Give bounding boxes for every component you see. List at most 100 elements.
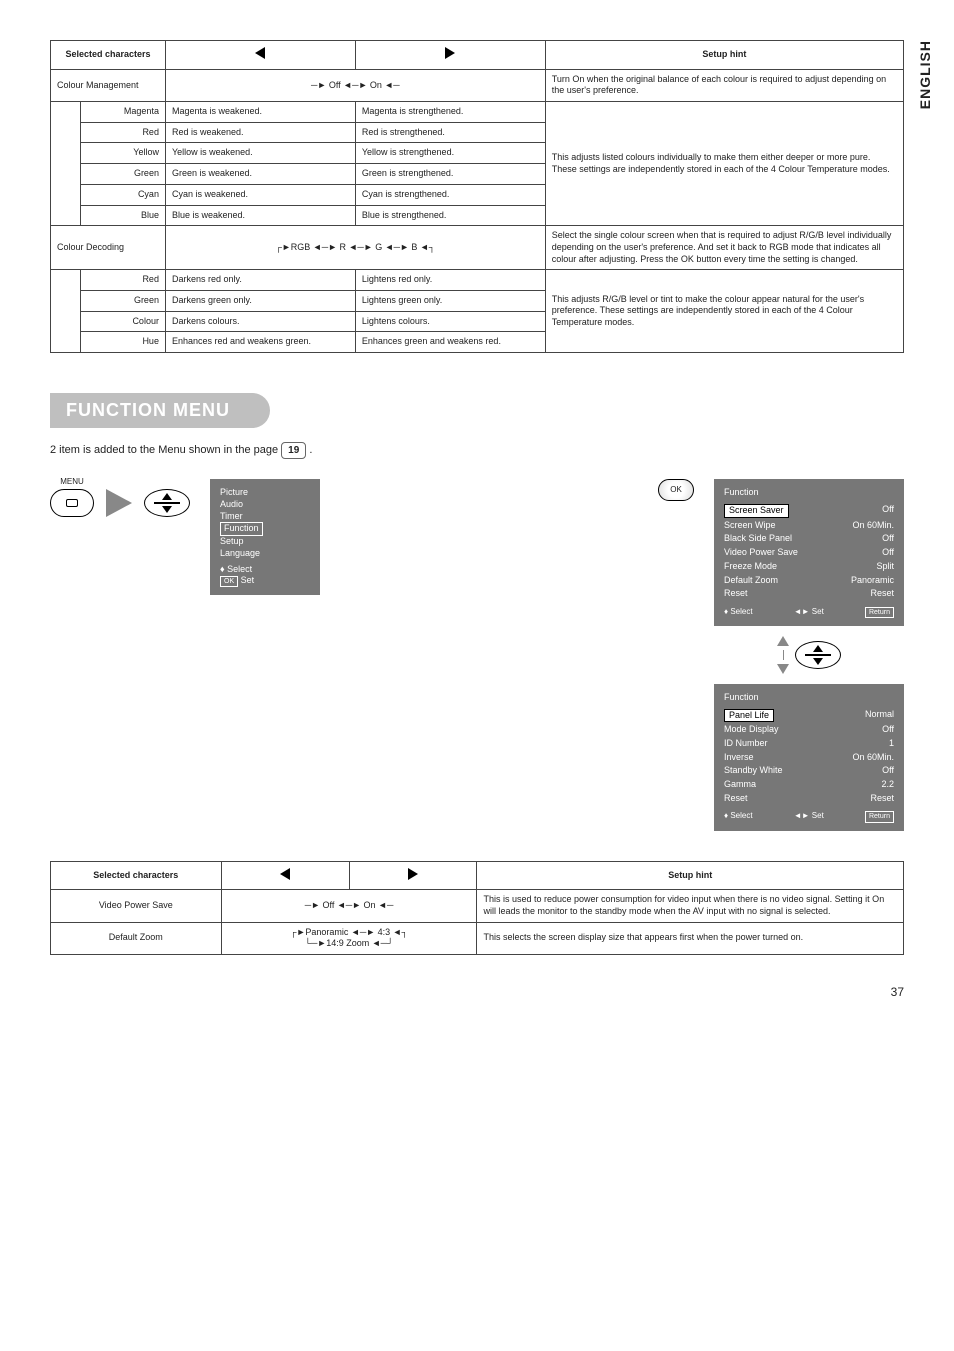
cell-dec-red-right: Lightens red only. — [355, 270, 545, 291]
vertical-arrows-icon — [777, 636, 789, 674]
menu-item: Timer — [220, 511, 310, 523]
osd-row: Gamma — [724, 779, 756, 791]
header-right-arrow — [355, 41, 545, 70]
cell-dec-red-left: Darkens red only. — [165, 270, 355, 291]
nav-pad-icon — [144, 489, 190, 517]
cell-cyan-right: Cyan is strengthened. — [355, 184, 545, 205]
osd-row: Screen Wipe — [724, 520, 776, 532]
cell-cyan-left: Cyan is weakened. — [165, 184, 355, 205]
osd-val: Panoramic — [851, 575, 894, 587]
osd-val: Split — [876, 561, 894, 573]
spacer — [51, 270, 81, 353]
cell-green-left: Green is weakened. — [165, 164, 355, 185]
cell-magenta-left: Magenta is weakened. — [165, 102, 355, 123]
row-colour-management: Colour Management — [51, 69, 166, 101]
cell-yellow-left: Yellow is weakened. — [165, 143, 355, 164]
arrow-icon — [106, 489, 132, 517]
menu-button-label: MENU — [60, 477, 84, 487]
diagram-row: MENU Picture Audio Timer Function Setup … — [50, 479, 904, 830]
osd-val: On 60Min. — [852, 752, 894, 764]
header-setup-hint-2: Setup hint — [477, 861, 904, 890]
osd-panel-2: Function Panel LifeNormal Mode DisplayOf… — [714, 684, 904, 831]
function-settings-table: Selected characters Setup hint Video Pow… — [50, 861, 904, 955]
osd-val: Off — [882, 504, 894, 518]
row-dec-red: Red — [81, 270, 166, 291]
row-default-zoom: Default Zoom — [51, 922, 222, 954]
osd-row: Mode Display — [724, 724, 779, 736]
row-blue: Blue — [81, 205, 166, 226]
osd-row: Reset — [724, 793, 748, 805]
header-left-arrow — [165, 41, 355, 70]
osd-title: Function — [724, 487, 894, 499]
osd-val: On 60Min. — [852, 520, 894, 532]
foot-ok: OK — [220, 576, 238, 587]
osd-val: Off — [882, 533, 894, 545]
page-ref-box: 19 — [281, 442, 306, 459]
osd-foot: Return — [869, 813, 890, 820]
osd-val: Reset — [870, 793, 894, 805]
cycle-colour-management: ─► Off ◄─► On ◄─ — [165, 69, 545, 101]
osd-val: Off — [882, 547, 894, 559]
menu-item: Language — [220, 548, 310, 560]
row-magenta: Magenta — [81, 102, 166, 123]
hint-video-power-save: This is used to reduce power consumption… — [477, 890, 904, 922]
colour-settings-table: Selected characters Setup hint Colour Ma… — [50, 40, 904, 353]
osd-row: Reset — [724, 588, 748, 600]
osd-foot: Select — [730, 811, 752, 820]
row-yellow: Yellow — [81, 143, 166, 164]
osd-val: 1 — [889, 738, 894, 750]
osd-row: Inverse — [724, 752, 754, 764]
hint-default-zoom: This selects the screen display size tha… — [477, 922, 904, 954]
hint-dec-group: This adjusts R/G/B level or tint to make… — [545, 270, 903, 353]
cell-dec-colour-left: Darkens colours. — [165, 311, 355, 332]
osd-title: Function — [724, 692, 894, 704]
ok-button-icon: OK — [658, 479, 694, 501]
note-text: 2 item is added to the Menu shown in the… — [50, 442, 904, 459]
osd-val: Off — [882, 765, 894, 777]
menu-item: Setup — [220, 536, 310, 548]
menu-item: Picture — [220, 487, 310, 499]
hint-colour-decoding: Select the single colour screen when tha… — [545, 226, 903, 270]
cycle-colour-decoding: ┌►RGB ◄─► R ◄─► G ◄─► B ◄┐ — [165, 226, 545, 270]
row-cyan: Cyan — [81, 184, 166, 205]
cell-yellow-right: Yellow is strengthened. — [355, 143, 545, 164]
header-selected-characters: Selected characters — [51, 41, 166, 70]
osd-row: Freeze Mode — [724, 561, 777, 573]
row-red: Red — [81, 122, 166, 143]
osd-foot: Select — [730, 607, 752, 616]
row-colour-decoding: Colour Decoding — [51, 226, 166, 270]
osd-row: Standby White — [724, 765, 783, 777]
cell-red-right: Red is strengthened. — [355, 122, 545, 143]
row-dec-hue: Hue — [81, 332, 166, 353]
foot-set: Set — [241, 575, 255, 585]
osd-val: 2.2 — [881, 779, 894, 791]
cell-green-right: Green is strengthened. — [355, 164, 545, 185]
osd-foot: Return — [869, 609, 890, 616]
menu-button-icon — [50, 489, 94, 517]
hint-colour-management: Turn On when the original balance of eac… — [545, 69, 903, 101]
osd-row: Video Power Save — [724, 547, 798, 559]
osd-row: ID Number — [724, 738, 768, 750]
cell-dec-colour-right: Lightens colours. — [355, 311, 545, 332]
cell-dec-hue-left: Enhances red and weakens green. — [165, 332, 355, 353]
osd-foot: Set — [812, 811, 824, 820]
cell-dec-green-left: Darkens green only. — [165, 290, 355, 311]
menu-item: Audio — [220, 499, 310, 511]
osd-val: Normal — [865, 709, 894, 723]
osd-panel-1: Function Screen SaverOff Screen WipeOn 6… — [714, 479, 904, 626]
header-setup-hint: Setup hint — [545, 41, 903, 70]
osd-val: Reset — [870, 588, 894, 600]
page-number: 37 — [50, 985, 904, 1001]
note-suffix: . — [309, 444, 312, 456]
cycle-video-power-save: ─► Off ◄─► On ◄─ — [221, 890, 477, 922]
row-dec-green: Green — [81, 290, 166, 311]
section-title-function-menu: FUNCTION MENU — [50, 393, 270, 428]
cell-blue-left: Blue is weakened. — [165, 205, 355, 226]
cell-dec-green-right: Lightens green only. — [355, 290, 545, 311]
osd-foot: Set — [812, 607, 824, 616]
osd-row: Black Side Panel — [724, 533, 792, 545]
foot-select: Select — [227, 564, 252, 574]
row-dec-colour: Colour — [81, 311, 166, 332]
language-tab: ENGLISH — [916, 40, 934, 109]
header-selected-characters-2: Selected characters — [51, 861, 222, 890]
